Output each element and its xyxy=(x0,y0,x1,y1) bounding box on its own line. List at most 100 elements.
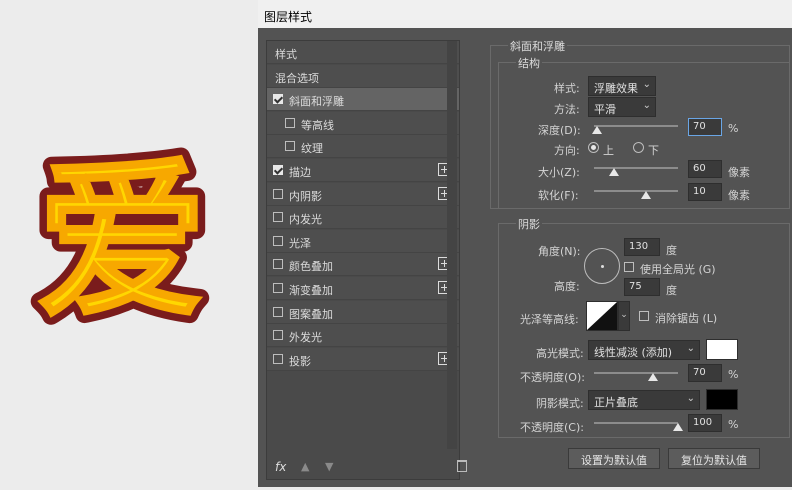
technique-select[interactable]: 平滑 ⌄ xyxy=(588,97,656,117)
style-item[interactable]: 投影 xyxy=(267,347,459,371)
styles-scrollbar[interactable] xyxy=(447,41,457,449)
soften-label: 软化(F): xyxy=(538,189,579,202)
soften-slider[interactable] xyxy=(594,190,678,192)
antialias-checkbox[interactable] xyxy=(639,311,649,321)
size-label: 大小(Z): xyxy=(538,166,580,179)
bevel-style-value: 浮雕效果 xyxy=(594,82,638,95)
style-item-checkbox[interactable] xyxy=(273,353,283,364)
depth-slider[interactable] xyxy=(594,125,678,127)
style-item[interactable]: 描边 xyxy=(267,159,459,182)
soften-input[interactable]: 10 xyxy=(688,183,722,201)
style-item-checkbox[interactable] xyxy=(273,283,283,293)
style-item-checkbox[interactable] xyxy=(273,188,283,199)
shadow-mode-label: 阴影模式: xyxy=(536,397,584,410)
style-item[interactable]: 图案叠加 xyxy=(267,300,459,324)
chevron-down-icon: ⌄ xyxy=(686,343,695,354)
move-up-icon[interactable]: ▲ xyxy=(301,460,309,473)
shadow-color-swatch[interactable] xyxy=(706,389,738,410)
reset-default-button[interactable]: 复位为默认值 xyxy=(668,448,760,469)
styles-list-panel: 样式混合选项斜面和浮雕等高线纹理描边内阴影内发光光泽颜色叠加渐变叠加 图案叠加外发… xyxy=(266,40,467,480)
styles-toolbar: fx ▲ ▼ xyxy=(267,456,467,480)
angle-unit: 度 xyxy=(666,244,677,257)
style-item[interactable]: 内阴影 xyxy=(267,182,459,206)
gloss-contour-picker[interactable] xyxy=(586,301,618,331)
style-item-label: 纹理 xyxy=(301,142,323,156)
highlight-opacity-input[interactable]: 70 xyxy=(688,364,722,382)
shading-title: 阴影 xyxy=(516,216,542,232)
style-item-label: 描边 xyxy=(289,166,311,179)
style-item-checkbox[interactable] xyxy=(285,117,295,128)
style-item[interactable]: 等高线 xyxy=(267,111,459,135)
bevel-emboss-title: 斜面和浮雕 xyxy=(508,38,567,54)
size-slider[interactable] xyxy=(594,167,678,169)
angle-dial[interactable] xyxy=(584,248,620,284)
style-label: 样式: xyxy=(554,82,580,95)
direction-up-radio[interactable] xyxy=(588,142,599,153)
style-item[interactable]: 光泽 xyxy=(267,229,459,253)
style-item[interactable]: 渐变叠加 xyxy=(267,277,459,300)
style-item[interactable]: 外发光 xyxy=(267,324,459,348)
direction-down-radio[interactable] xyxy=(633,142,644,153)
trash-icon[interactable] xyxy=(457,460,467,472)
style-item-label: 斜面和浮雕 xyxy=(289,95,344,109)
gloss-contour-label: 光泽等高线: xyxy=(520,313,579,326)
style-item-label: 样式 xyxy=(275,48,297,61)
shadow-mode-value: 正片叠底 xyxy=(594,396,638,409)
style-item[interactable]: 颜色叠加 xyxy=(267,253,459,277)
angle-input[interactable]: 130 xyxy=(624,238,660,256)
soften-unit: 像素 xyxy=(728,189,750,202)
chevron-down-icon: ⌄ xyxy=(686,393,695,404)
highlight-mode-value: 线性减淡 (添加) xyxy=(594,346,673,359)
style-item-checkbox[interactable] xyxy=(273,259,283,270)
style-item-label: 外发光 xyxy=(289,331,322,345)
style-item-checkbox[interactable] xyxy=(273,165,283,175)
preview-area: 爱 爱 xyxy=(0,0,258,487)
move-down-icon[interactable]: ▼ xyxy=(325,460,333,473)
style-item[interactable]: 纹理 xyxy=(267,135,459,159)
shadow-opacity-label: 不透明度(C): xyxy=(520,421,584,434)
highlight-opacity-slider[interactable] xyxy=(594,372,678,374)
depth-input[interactable]: 70 xyxy=(688,118,722,136)
contour-linear-icon xyxy=(587,302,617,330)
style-item[interactable]: 混合选项 xyxy=(267,64,459,88)
technique-label: 方法: xyxy=(554,103,580,116)
style-item-checkbox[interactable] xyxy=(273,94,283,105)
dialog-title: 图层样式 xyxy=(258,0,792,28)
fx-button[interactable]: fx xyxy=(275,460,286,474)
size-input[interactable]: 60 xyxy=(688,160,722,178)
size-slider-thumb[interactable] xyxy=(609,168,620,176)
style-item[interactable]: 斜面和浮雕 xyxy=(267,88,459,112)
style-item-label: 等高线 xyxy=(301,118,334,132)
direction-up-label: 上 xyxy=(603,144,614,157)
shadow-mode-select[interactable]: 正片叠底 ⌄ xyxy=(588,390,700,410)
style-item-label: 内发光 xyxy=(289,213,322,227)
highlight-color-swatch[interactable] xyxy=(706,339,738,360)
shadow-opacity-slider[interactable] xyxy=(594,422,678,424)
preview-glyph: 爱 xyxy=(37,143,207,341)
style-item-label: 内阴影 xyxy=(289,189,322,203)
style-item-checkbox[interactable] xyxy=(273,212,283,223)
style-item-checkbox[interactable] xyxy=(285,141,295,152)
antialias-label: 消除锯齿 (L) xyxy=(655,312,718,325)
chevron-down-icon: ⌄ xyxy=(642,79,651,90)
style-item[interactable]: 样式 xyxy=(267,41,459,64)
direction-label: 方向: xyxy=(554,144,580,157)
contour-dropdown-chevron-icon[interactable]: ⌄ xyxy=(618,301,630,331)
highlight-opacity-thumb[interactable] xyxy=(647,373,658,381)
shadow-opacity-input[interactable]: 100 xyxy=(688,414,722,432)
style-item-checkbox[interactable] xyxy=(273,330,283,341)
highlight-mode-select[interactable]: 线性减淡 (添加) ⌄ xyxy=(588,340,700,360)
make-default-button[interactable]: 设置为默认值 xyxy=(568,448,660,469)
bevel-style-select[interactable]: 浮雕效果 ⌄ xyxy=(588,76,656,96)
global-light-checkbox[interactable] xyxy=(624,262,634,272)
style-item-label: 投影 xyxy=(289,354,311,368)
style-item-label: 颜色叠加 xyxy=(289,260,333,274)
preview-canvas: 爱 爱 xyxy=(28,134,216,350)
shadow-opacity-thumb[interactable] xyxy=(673,423,683,431)
soften-slider-thumb[interactable] xyxy=(641,191,652,199)
style-item[interactable]: 内发光 xyxy=(267,206,459,230)
altitude-input[interactable]: 75 xyxy=(624,278,660,296)
style-item-checkbox[interactable] xyxy=(273,235,283,246)
style-item-checkbox[interactable] xyxy=(273,306,283,317)
depth-slider-thumb[interactable] xyxy=(591,126,602,134)
